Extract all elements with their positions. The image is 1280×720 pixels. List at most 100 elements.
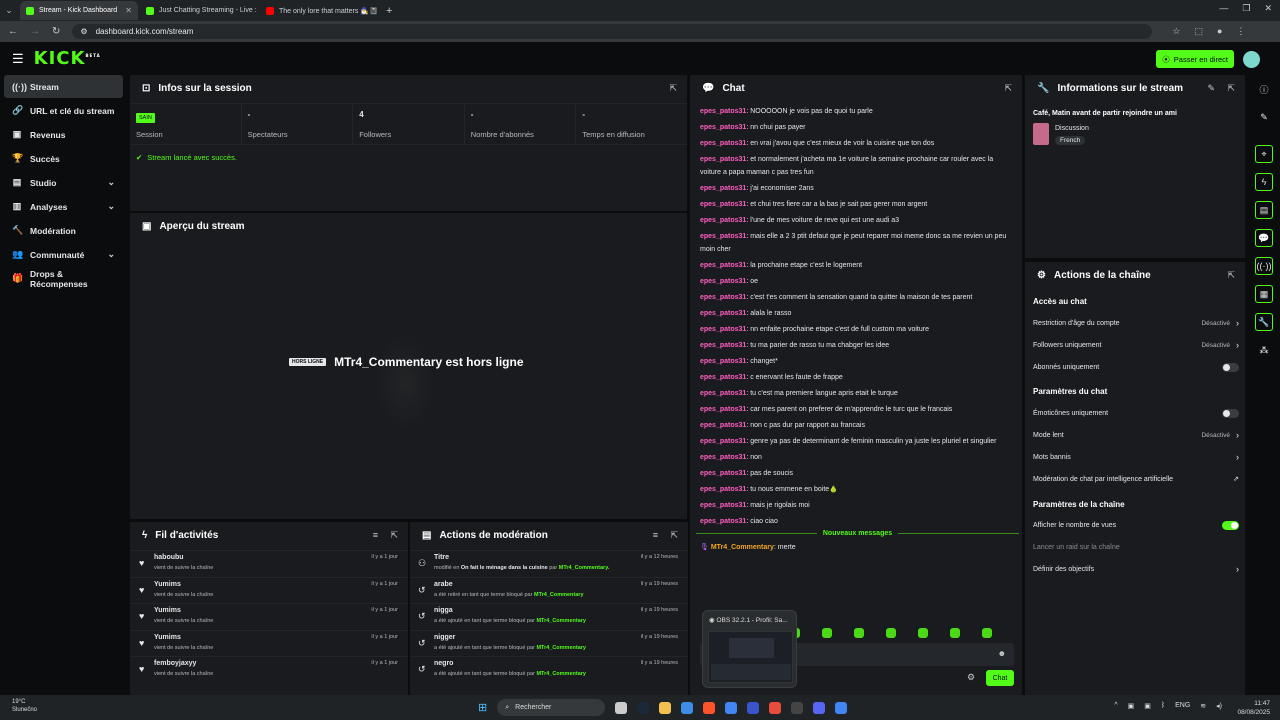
chat-username[interactable]: epes_patos31 [700,406,746,413]
filter-icon[interactable]: ≡ [373,530,378,540]
file-explorer-icon[interactable] [659,701,672,714]
banned-words-row[interactable]: Mots bannis › [1033,450,1239,464]
popout-icon[interactable]: ⇱ [1227,83,1235,94]
emote-icon[interactable] [854,628,864,638]
document-icon[interactable]: ▤ [1255,201,1273,219]
edit-pencil-icon[interactable]: ✎ [1207,83,1215,94]
app-icon[interactable] [769,701,782,714]
chat-username[interactable]: epes_patos31 [700,390,746,397]
browser-tab[interactable]: Just Chatting Streaming - Live :✕ [140,1,258,20]
bluetooth-icon[interactable]: ᛒ [1161,702,1165,710]
close-tab-icon[interactable]: ✕ [125,6,132,15]
sidebar-item-stream[interactable]: ((·)) Stream [4,75,123,98]
obs-taskbar-preview[interactable]: ◉ OBS 32.2.1 - Profil: Sa... [702,610,797,688]
wifi-icon[interactable]: ≋ [1200,702,1206,710]
emote-icon[interactable] [950,628,960,638]
emoji-picker-icon[interactable]: ☻ [998,649,1006,658]
sidebar-item-url-et-cl-du-stream[interactable]: 🔗 URL et clé du stream [4,99,123,122]
kick-logo[interactable]: KICKBETA [34,48,101,69]
filter-icon[interactable]: ≡ [653,530,658,540]
info-icon[interactable]: ⓘ [1255,80,1273,98]
sidebar-item-studio[interactable]: ▤ Studio ⌄ [4,171,123,194]
chat-username[interactable]: epes_patos31 [700,140,746,147]
menu-dots-icon[interactable]: ⋮ [1236,26,1245,37]
chat-username[interactable]: epes_patos31 [700,156,746,163]
signal-icon[interactable]: ((·)) [1255,257,1273,275]
moderation-actor[interactable]: MTr4_Commentary [536,618,586,624]
extensions-icon[interactable]: ⬚ [1194,26,1203,37]
windows-start-icon[interactable]: ⊞ [478,701,487,714]
chat-username[interactable]: epes_patos31 [700,374,746,381]
language-indicator[interactable]: ENG [1175,702,1190,710]
chat-username[interactable]: epes_patos31 [700,124,746,131]
moderation-actor[interactable]: MTr4_Commentary [536,645,586,651]
go-live-button[interactable]: ⦿ Passer en direct [1156,50,1234,68]
browser-tab[interactable]: Stream - Kick Dashboard ✕ [20,1,138,20]
tray-app-icon[interactable]: ▣ [1128,702,1135,710]
chevron-up-icon[interactable]: ^ [1114,702,1117,710]
volume-icon[interactable]: ◂) [1216,702,1222,710]
discord-icon[interactable] [813,701,826,714]
chrome-icon[interactable] [835,701,848,714]
activity-username[interactable]: Yumims [154,634,181,641]
followers-only-row[interactable]: Followers uniquement Désactivé › [1033,338,1239,352]
maximize-icon[interactable]: ❐ [1242,3,1250,14]
goals-row[interactable]: Définir des objectifs › [1033,562,1239,576]
chat-username[interactable]: epes_patos31 [700,217,746,224]
chat-settings-icon[interactable]: ⚙ [967,672,975,683]
app-icon[interactable] [747,701,760,714]
emote-icon[interactable] [918,628,928,638]
sidebar-item-drops-r-compenses[interactable]: 🎁 Drops & Récompenses [4,267,123,290]
chat-username[interactable]: epes_patos31 [700,518,746,525]
chat-username[interactable]: epes_patos31 [700,486,746,493]
chat-username[interactable]: epes_patos31 [700,438,746,445]
store-icon[interactable] [681,701,694,714]
widgets-icon[interactable]: ⁂ [1255,341,1273,359]
chat-username[interactable]: epes_patos31 [700,342,746,349]
chat-username[interactable]: epes_patos31 [700,454,746,461]
bookmark-star-icon[interactable]: ☆ [1172,26,1180,37]
popout-icon[interactable]: ⇱ [1227,270,1235,281]
chat-username[interactable]: epes_patos31 [700,358,746,365]
emote-icon[interactable] [886,628,896,638]
sidebar-item-succ-s[interactable]: 🏆 Succès [4,147,123,170]
url-field[interactable]: ⚙ dashboard.kick.com/stream [72,24,1153,39]
raid-row[interactable]: Lancer un raid sur la chaîne [1033,540,1239,554]
emote-icon[interactable] [982,628,992,638]
chat-username[interactable]: epes_patos31 [700,233,746,240]
chat-username[interactable]: epes_patos31 [700,422,746,429]
steam-icon[interactable] [637,701,650,714]
ai-moderation-row[interactable]: Modération de chat par intelligence arti… [1033,472,1239,486]
chrome-icon[interactable] [725,701,738,714]
chat-username[interactable]: epes_patos31 [700,108,746,115]
popout-icon[interactable]: ⇱ [1004,83,1012,94]
chat-username[interactable]: epes_patos31 [700,326,746,333]
chat-username[interactable]: epes_patos31 [700,262,746,269]
age-restriction-row[interactable]: Restriction d'âge du compte Désactivé › [1033,316,1239,330]
weather-widget[interactable]: 19°C Slunečno [12,698,37,714]
activity-username[interactable]: Yumims [154,607,181,614]
sidebar-item-mod-ration[interactable]: 🔨 Modération [4,219,123,242]
activity-username[interactable]: haboubu [154,554,184,561]
moderation-actor[interactable]: MTr4_Commentary. [559,565,610,571]
forward-icon[interactable]: → [30,26,40,37]
chat-username[interactable]: epes_patos31 [700,310,746,317]
reload-icon[interactable]: ↻ [52,26,60,37]
brave-icon[interactable] [703,701,716,714]
layout-icon[interactable]: ▦ [1255,285,1273,303]
chat-message-list[interactable]: epes_patos31: NOOOOON je vois pas de quo… [700,105,1020,531]
obs-icon[interactable] [791,701,804,714]
sidebar-item-communaut-[interactable]: 👥 Communauté ⌄ [4,243,123,266]
taskbar-clock[interactable]: 11:47 08/08/2025 [1237,699,1270,717]
tab-search-icon[interactable]: ⌄ [0,5,18,16]
slow-mode-row[interactable]: Mode lent Désactivé › [1033,428,1239,442]
popout-icon[interactable]: ⇱ [670,530,678,541]
emotes-only-toggle[interactable] [1222,408,1239,418]
profile-icon[interactable]: ● [1217,26,1222,37]
chat-username[interactable]: epes_patos31 [700,470,746,477]
wrench-icon[interactable]: 🔧 [1255,313,1273,331]
avatar[interactable] [1243,51,1260,68]
activity-username[interactable]: Yumims [154,581,181,588]
task-view-icon[interactable] [615,701,628,714]
chat-bubble-icon[interactable]: 💬 [1255,229,1273,247]
